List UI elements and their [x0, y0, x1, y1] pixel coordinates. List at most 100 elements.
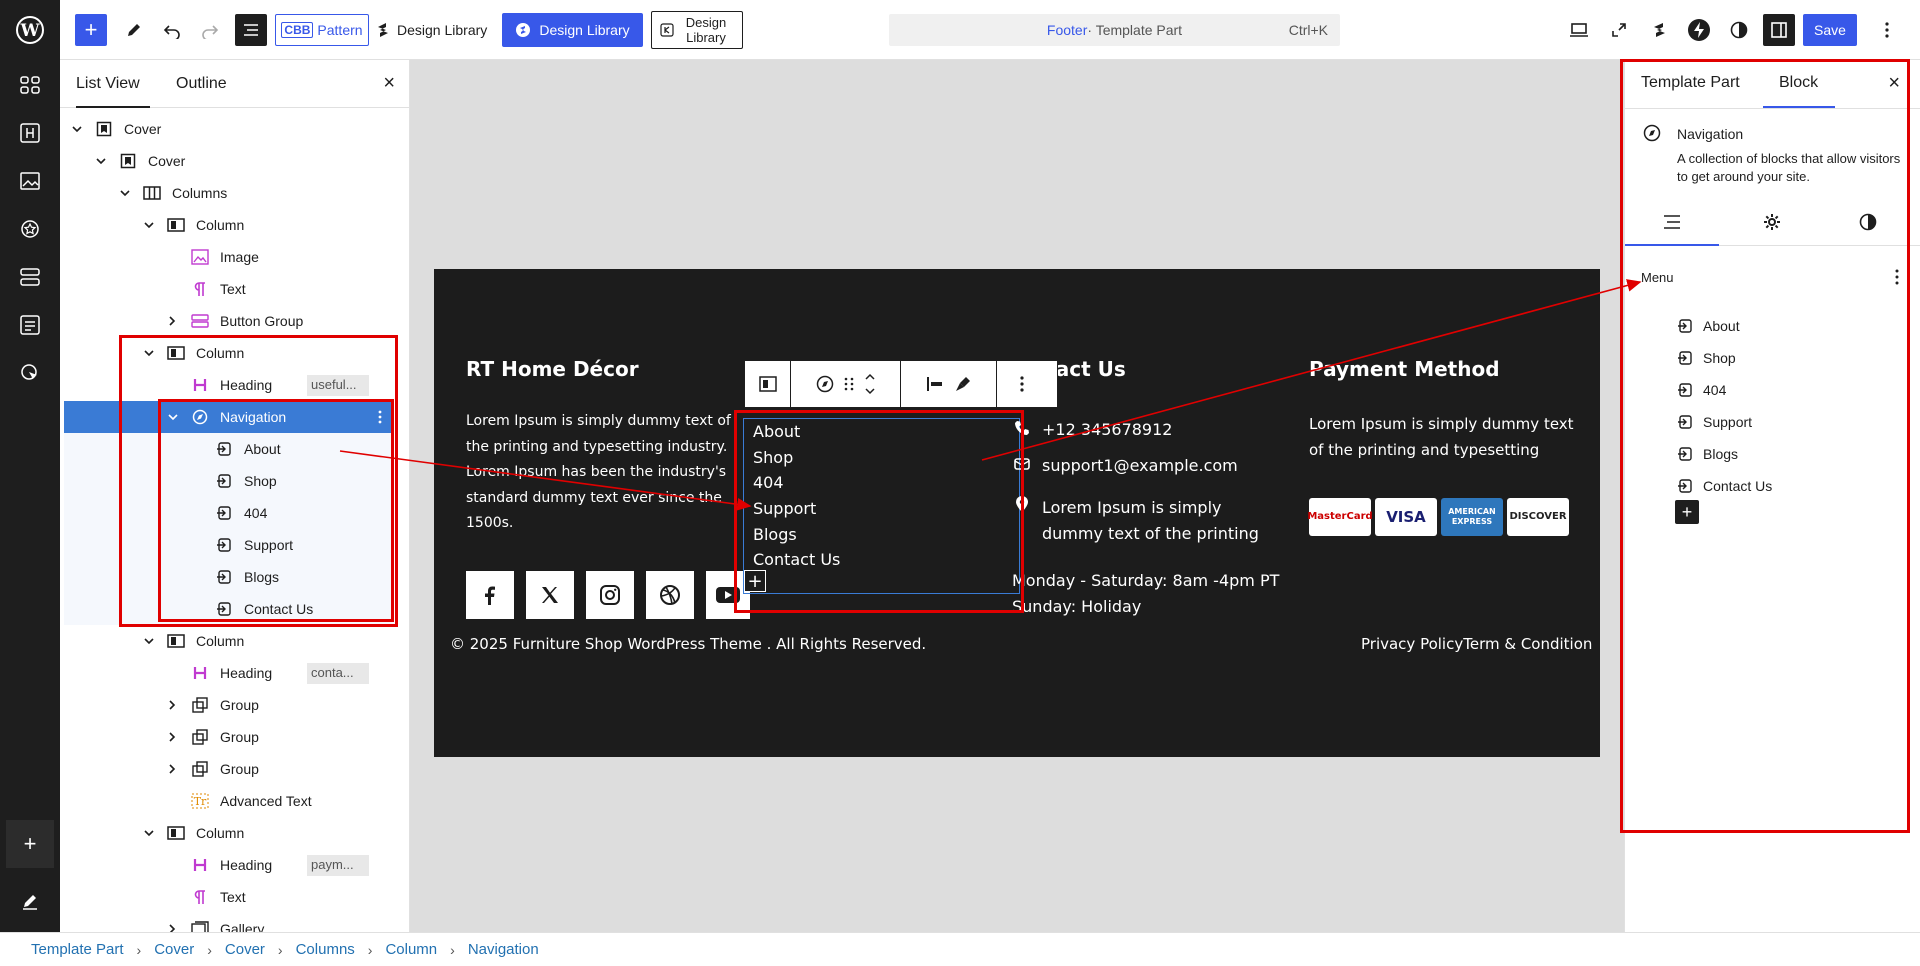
list-view-row-button-group[interactable]: Button Group	[64, 305, 394, 337]
terms-link[interactable]: Term & Condition	[1463, 635, 1592, 653]
brand-text[interactable]: Lorem Ipsum is simply dummy text of the …	[466, 409, 736, 537]
pencil-icon[interactable]	[15, 886, 45, 916]
breadcrumb-item-columns[interactable]: Columns	[296, 941, 355, 958]
row-options-icon[interactable]	[378, 410, 382, 424]
drag-handle-icon[interactable]	[844, 376, 854, 392]
add-new-icon[interactable]: +	[6, 820, 54, 868]
chevron-down-icon[interactable]	[168, 413, 182, 421]
desktop-preview-icon[interactable]	[1563, 14, 1595, 46]
footer-navigation[interactable]: About Shop 404 Support Blogs Contact Us	[743, 418, 1020, 594]
add-menu-item-icon[interactable]: +	[1675, 500, 1699, 524]
chevron-right-icon[interactable]	[168, 924, 182, 932]
parent-column-icon[interactable]	[745, 361, 791, 407]
instagram-icon[interactable]	[586, 571, 634, 619]
breadcrumb-item-template-part[interactable]: Template Part	[31, 941, 124, 958]
pattern-button[interactable]: CBB Pattern	[275, 14, 369, 46]
tab-list-view[interactable]: List View	[76, 75, 140, 93]
list-view-toggle-icon[interactable]	[235, 14, 267, 46]
list-view-row-column[interactable]: Column	[64, 625, 394, 657]
brand-heading[interactable]: RT Home Décor	[466, 357, 639, 381]
list-view-row-blogs[interactable]: Blogs	[64, 561, 394, 593]
facebook-icon[interactable]	[466, 571, 514, 619]
copyright-text[interactable]: © 2025 Furniture Shop WordPress Theme . …	[450, 631, 926, 657]
nav-item-blogs[interactable]: Blogs	[753, 525, 797, 544]
navigation-compass-icon[interactable]	[816, 375, 834, 393]
list-view-row-support[interactable]: Support	[64, 529, 394, 561]
chevron-right-icon[interactable]	[168, 732, 182, 742]
stackable-settings-icon[interactable]	[1643, 14, 1675, 46]
chevron-right-icon[interactable]	[168, 700, 182, 710]
menu-item-contact-us[interactable]: Contact Us	[1677, 474, 1772, 498]
list-view-row-group[interactable]: Group	[64, 689, 394, 721]
x-twitter-icon[interactable]	[526, 571, 574, 619]
list-view-row-advanced-text[interactable]: Tr Advanced Text	[64, 785, 394, 817]
styles-contrast-icon[interactable]	[1821, 198, 1915, 246]
breadcrumb-item-column[interactable]: Column	[385, 941, 437, 958]
phone-line[interactable]: +12 345678912	[1014, 420, 1172, 439]
chevron-down-icon[interactable]	[96, 157, 110, 165]
nav-item-support[interactable]: Support	[753, 499, 816, 518]
bolt-icon[interactable]	[1683, 14, 1715, 46]
breadcrumb-item-cover[interactable]: Cover	[154, 941, 194, 958]
menu-item-support[interactable]: Support	[1677, 410, 1752, 434]
settings-sidebar-toggle-icon[interactable]	[1763, 14, 1795, 46]
design-library-text-button[interactable]: Design Library	[375, 14, 487, 46]
list-view-row-contact-us[interactable]: Contact Us	[64, 593, 394, 625]
list-view-row-image[interactable]: Image	[64, 241, 394, 273]
wordpress-logo-icon[interactable]: W	[10, 10, 50, 50]
list-view-row-cover[interactable]: Cover	[64, 113, 394, 145]
close-icon[interactable]: ×	[383, 72, 395, 95]
menu-item-blogs[interactable]: Blogs	[1677, 442, 1738, 466]
close-icon[interactable]: ×	[1888, 72, 1900, 95]
tab-template-part[interactable]: Template Part	[1641, 74, 1740, 92]
footer-legal-links[interactable]: Privacy PolicyTerm & Condition	[1361, 631, 1592, 657]
dribbble-icon[interactable]	[646, 571, 694, 619]
chevron-right-icon[interactable]	[168, 764, 182, 774]
block-inserter-button[interactable]: +	[75, 14, 107, 46]
list-view-row-column[interactable]: Column	[64, 337, 394, 369]
chevron-down-icon[interactable]	[144, 829, 158, 837]
list-view-row-heading[interactable]: Heading paym...	[64, 849, 394, 881]
payment-text[interactable]: Lorem Ipsum is simply dummy text of the …	[1309, 411, 1589, 463]
move-up-down-icon[interactable]	[864, 371, 876, 397]
payment-heading[interactable]: Payment Method	[1309, 357, 1500, 381]
menu-item-404[interactable]: 404	[1677, 378, 1726, 402]
layout-rows-icon[interactable]	[15, 262, 45, 292]
tools-pencil-icon[interactable]	[118, 14, 150, 46]
chevron-down-icon[interactable]	[72, 125, 86, 133]
list-view-row-shop[interactable]: Shop	[64, 465, 394, 497]
external-link-icon[interactable]	[1603, 14, 1635, 46]
contrast-icon[interactable]	[1723, 14, 1755, 46]
list-view-subtab[interactable]	[1625, 198, 1719, 246]
list-view-row-heading[interactable]: Heading useful...	[64, 369, 394, 401]
menu-item-shop[interactable]: Shop	[1677, 346, 1736, 370]
hours-weekdays[interactable]: Monday - Saturday: 8am -4pm PT	[1012, 568, 1279, 594]
list-view-row-columns[interactable]: Columns	[64, 177, 394, 209]
list-view-row-about[interactable]: About	[64, 433, 394, 465]
list-view-row-cover[interactable]: Cover	[64, 145, 394, 177]
list-view-row-group[interactable]: Group	[64, 721, 394, 753]
block-options-icon[interactable]	[997, 361, 1047, 407]
tab-block[interactable]: Block	[1779, 74, 1818, 92]
form-icon[interactable]	[15, 310, 45, 340]
list-view-row-group[interactable]: Group	[64, 753, 394, 785]
list-view-row-text[interactable]: Text	[64, 273, 394, 305]
save-button[interactable]: Save	[1803, 14, 1857, 46]
heading-block-icon[interactable]	[15, 118, 45, 148]
blocks-grid-icon[interactable]	[15, 70, 45, 100]
hours-sunday[interactable]: Sunday: Holiday	[1012, 594, 1141, 620]
add-nav-item-icon[interactable]: +	[744, 570, 766, 592]
chevron-down-icon[interactable]	[144, 349, 158, 357]
gear-icon[interactable]	[1725, 198, 1819, 246]
email-line[interactable]: support1@example.com	[1014, 456, 1238, 475]
list-view-row-404[interactable]: 404	[64, 497, 394, 529]
list-view-row-column[interactable]: Column	[64, 209, 394, 241]
menu-item-about[interactable]: About	[1677, 314, 1740, 338]
media-icon[interactable]	[15, 166, 45, 196]
nav-item-about[interactable]: About	[753, 422, 800, 441]
chevron-down-icon[interactable]	[144, 637, 158, 645]
chevron-down-icon[interactable]	[120, 189, 134, 197]
cursor-click-icon[interactable]	[15, 358, 45, 388]
undo-icon[interactable]	[156, 14, 188, 46]
footer-template-part[interactable]: RT Home Décor Lorem Ipsum is simply dumm…	[434, 269, 1600, 757]
